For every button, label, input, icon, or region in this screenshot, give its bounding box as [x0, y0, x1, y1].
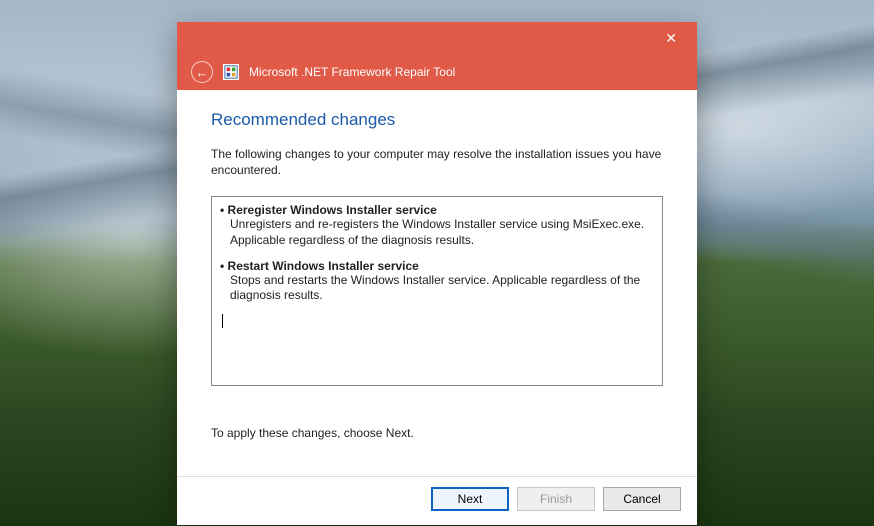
- dialog-footer: Next Finish Cancel: [177, 476, 697, 525]
- page-heading: Recommended changes: [211, 110, 663, 130]
- hint-text: To apply these changes, choose Next.: [211, 426, 663, 440]
- dialog-window: ✕ ← Microsoft .NET Framework Repair Tool…: [177, 22, 697, 525]
- dialog-content: Recommended changes The following change…: [177, 90, 697, 476]
- text-cursor: [222, 314, 223, 328]
- app-icon: [223, 64, 239, 80]
- finish-button: Finish: [517, 487, 595, 511]
- intro-text: The following changes to your computer m…: [211, 146, 663, 178]
- titlebar: ✕: [177, 22, 697, 54]
- next-button[interactable]: Next: [431, 487, 509, 511]
- list-item: Reregister Windows Installer service Unr…: [220, 203, 654, 248]
- window-title: Microsoft .NET Framework Repair Tool: [249, 65, 455, 79]
- header-bar: ← Microsoft .NET Framework Repair Tool: [177, 54, 697, 90]
- list-item: Restart Windows Installer service Stops …: [220, 259, 654, 304]
- change-description: Stops and restarts the Windows Installer…: [220, 273, 654, 304]
- back-arrow-icon[interactable]: ←: [191, 61, 213, 83]
- change-description: Unregisters and re-registers the Windows…: [220, 217, 654, 248]
- changes-list[interactable]: Reregister Windows Installer service Unr…: [211, 196, 663, 386]
- close-icon[interactable]: ✕: [657, 26, 685, 51]
- change-title: Restart Windows Installer service: [220, 259, 419, 273]
- change-title: Reregister Windows Installer service: [220, 203, 437, 217]
- cancel-button[interactable]: Cancel: [603, 487, 681, 511]
